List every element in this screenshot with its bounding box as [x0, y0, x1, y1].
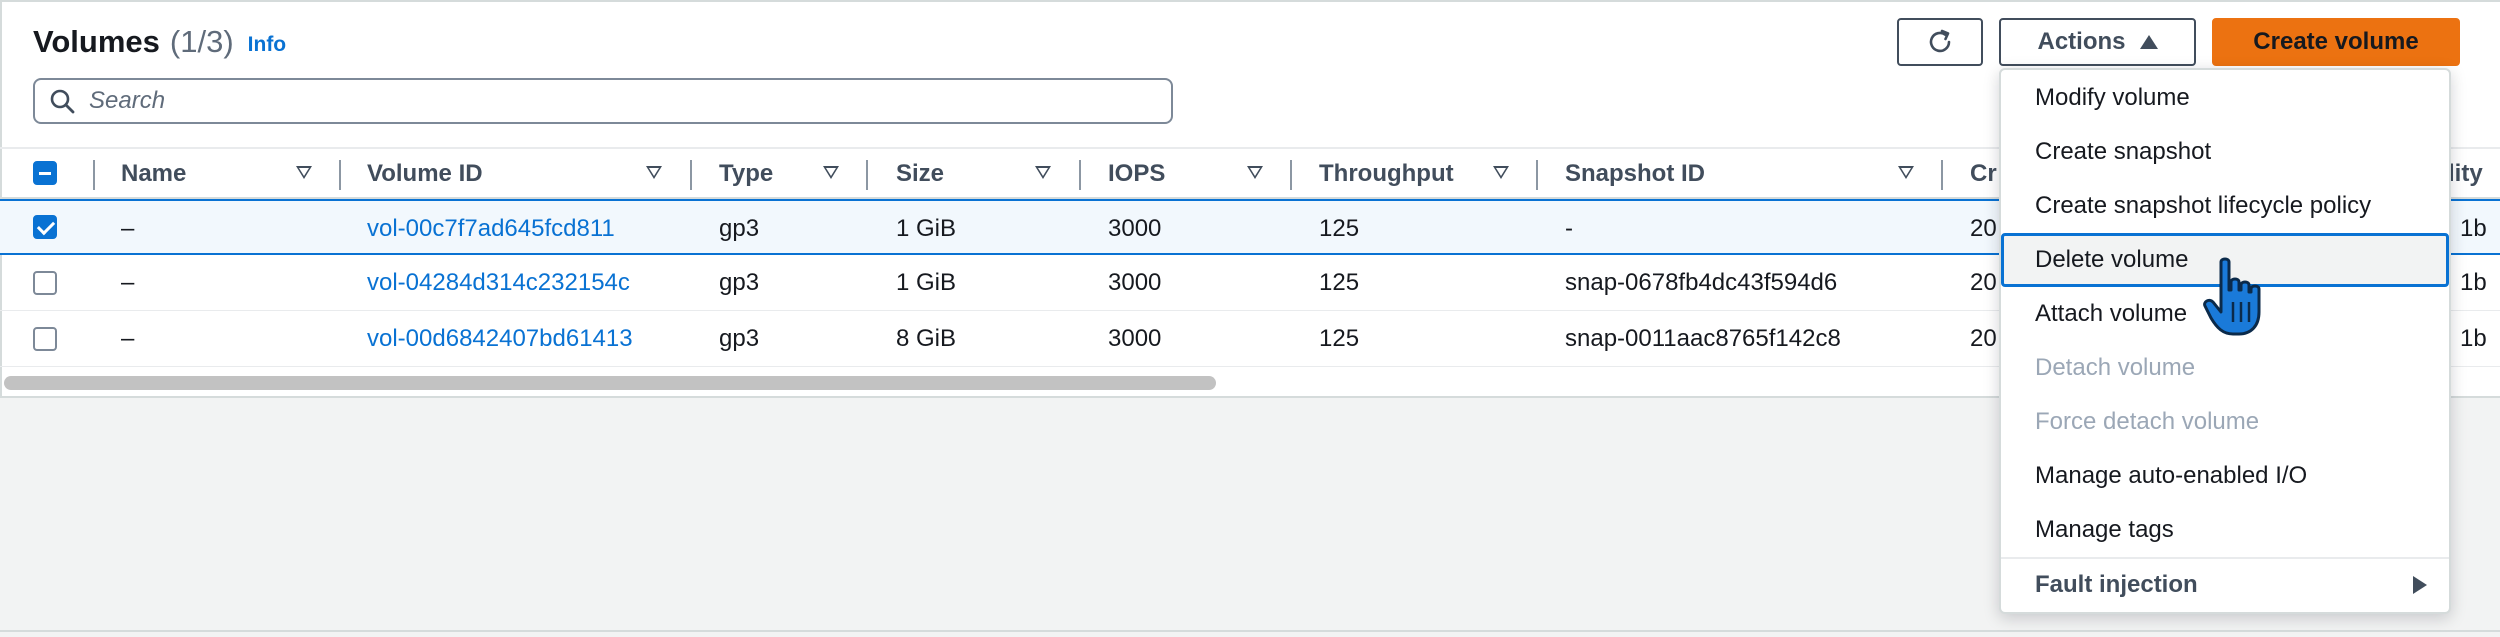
- sort-icon[interactable]: [1035, 166, 1051, 179]
- actions-button[interactable]: Actions: [1999, 18, 2196, 66]
- sort-icon[interactable]: [1247, 166, 1263, 179]
- sort-icon[interactable]: [296, 166, 312, 179]
- cell-name: –: [121, 325, 135, 352]
- cell-iops: 3000: [1108, 269, 1162, 296]
- horizontal-scrollbar[interactable]: [4, 376, 1216, 390]
- cell-snapshot-id: snap-0011aac8765f142c8: [1565, 325, 1841, 352]
- page-title: Volumes: [33, 24, 160, 59]
- column-divider[interactable]: [1079, 160, 1081, 190]
- search-box[interactable]: [33, 78, 1173, 124]
- submenu-arrow-icon: [2413, 576, 2427, 594]
- column-header-size[interactable]: Size: [896, 149, 944, 199]
- page-header: Volumes (1/3) Info: [33, 18, 286, 66]
- sort-icon[interactable]: [823, 166, 839, 179]
- row-checkbox[interactable]: [33, 271, 57, 295]
- cell-snapshot-id: snap-0678fb4dc43f594d6: [1565, 269, 1838, 296]
- menu-item-create-snapshot[interactable]: Create snapshot: [2001, 125, 2449, 179]
- actions-button-label: Actions: [2037, 28, 2126, 55]
- refresh-button[interactable]: [1897, 18, 1983, 66]
- cell-iops: 3000: [1108, 325, 1162, 352]
- menu-item-manage-tags[interactable]: Manage tags: [2001, 503, 2449, 557]
- search-icon: [50, 89, 75, 114]
- menu-item-modify-volume[interactable]: Modify volume: [2001, 71, 2449, 125]
- column-divider[interactable]: [1536, 160, 1538, 190]
- split-panel-border: [0, 630, 2500, 632]
- sort-icon[interactable]: [1898, 166, 1914, 179]
- cell-iops: 3000: [1108, 215, 1162, 242]
- menu-item-detach-volume: Detach volume: [2035, 354, 2196, 381]
- row-checkbox[interactable]: [33, 327, 57, 351]
- column-header-created[interactable]: Cr: [1970, 149, 1997, 199]
- menu-item-create-snapshot-lifecycle-policy[interactable]: Create snapshot lifecycle policy: [2001, 179, 2449, 233]
- column-header-throughput[interactable]: Throughput: [1319, 149, 1454, 199]
- column-header-iops[interactable]: IOPS: [1108, 149, 1165, 199]
- column-divider: [93, 160, 95, 190]
- cell-availability-zone: 1b: [2460, 269, 2487, 296]
- cell-name: –: [121, 215, 135, 242]
- volume-id-link[interactable]: vol-00c7f7ad645fcd811: [367, 201, 615, 257]
- panel-top-border: [0, 0, 2500, 2]
- column-divider[interactable]: [690, 160, 692, 190]
- hand-pointer-cursor-icon: [2203, 257, 2261, 336]
- column-header-availability-zone[interactable]: lity: [2448, 149, 2483, 199]
- cell-type: gp3: [719, 269, 760, 296]
- actions-dropdown-menu: Modify volume Create snapshot Create sna…: [1999, 68, 2451, 614]
- cell-throughput: 125: [1319, 325, 1360, 352]
- column-header-snapshot-id[interactable]: Snapshot ID: [1565, 149, 1705, 199]
- cell-throughput: 125: [1319, 215, 1360, 242]
- column-header-volume-id[interactable]: Volume ID: [367, 149, 483, 199]
- menu-item-manage-auto-enabled-io[interactable]: Manage auto-enabled I/O: [2001, 449, 2449, 503]
- column-divider[interactable]: [1941, 160, 1943, 190]
- menu-item-force-detach-volume: Force detach volume: [2035, 408, 2260, 435]
- cell-created: 20: [1970, 325, 1997, 352]
- cell-type: gp3: [719, 325, 760, 352]
- refresh-icon: [1929, 29, 1951, 53]
- selection-count: (1/3): [169, 24, 234, 59]
- column-divider[interactable]: [866, 160, 868, 190]
- cell-throughput: 125: [1319, 269, 1360, 296]
- info-link[interactable]: Info: [248, 33, 286, 57]
- create-volume-button[interactable]: Create volume: [2212, 18, 2460, 66]
- cell-name: –: [121, 269, 135, 296]
- cell-size: 8 GiB: [896, 325, 957, 352]
- column-header-type[interactable]: Type: [719, 149, 773, 199]
- cell-type: gp3: [719, 215, 760, 242]
- caret-up-icon: [2139, 35, 2158, 49]
- sort-icon[interactable]: [1493, 166, 1509, 179]
- search-input[interactable]: [87, 86, 1131, 116]
- row-checkbox[interactable]: [33, 215, 57, 239]
- cell-created: 20: [1970, 269, 1997, 296]
- volume-id-link[interactable]: vol-04284d314c232154c: [367, 255, 630, 311]
- cell-snapshot-id: -: [1565, 215, 1573, 242]
- cell-availability-zone: 1b: [2460, 325, 2487, 352]
- volume-id-link[interactable]: vol-00d6842407bd61413: [367, 311, 633, 367]
- cell-size: 1 GiB: [896, 215, 957, 242]
- fault-injection-label: Fault injection: [2035, 571, 2198, 598]
- column-divider[interactable]: [1290, 160, 1292, 190]
- sort-icon[interactable]: [646, 166, 662, 179]
- cell-created: 20: [1970, 215, 1997, 242]
- menu-item-fault-injection[interactable]: Fault injection: [2001, 557, 2449, 611]
- cell-availability-zone: 1b: [2460, 215, 2487, 242]
- select-all-checkbox[interactable]: [33, 161, 57, 185]
- cell-size: 1 GiB: [896, 269, 957, 296]
- column-divider[interactable]: [339, 160, 341, 190]
- column-header-name[interactable]: Name: [121, 149, 186, 199]
